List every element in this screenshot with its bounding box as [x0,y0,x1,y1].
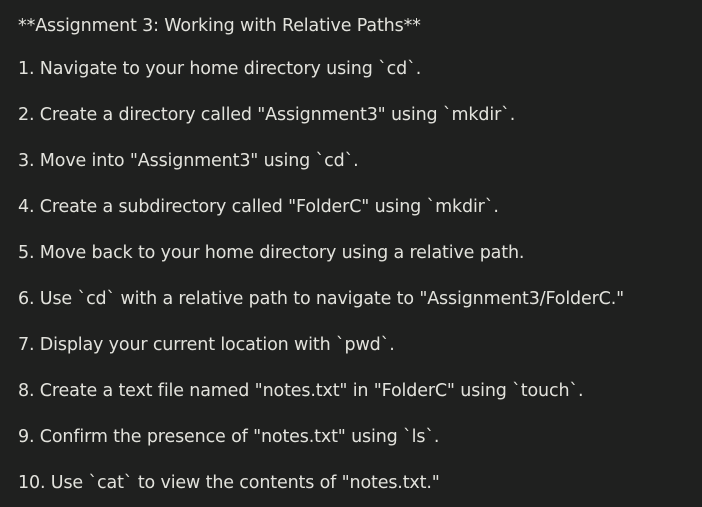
step-2: 2. Create a directory called "Assignment… [18,105,516,125]
step-9: 9. Confirm the presence of "notes.txt" u… [18,427,440,447]
assignment-title: **Assignment 3: Working with Relative Pa… [18,16,421,36]
step-4: 4. Create a subdirectory called "FolderC… [18,197,499,217]
step-10: 10. Use `cat` to view the contents of "n… [18,473,440,493]
step-8: 8. Create a text file named "notes.txt" … [18,381,584,401]
assignment-document: **Assignment 3: Working with Relative Pa… [0,0,702,507]
step-6: 6. Use `cd` with a relative path to navi… [18,289,625,309]
step-5: 5. Move back to your home directory usin… [18,243,525,263]
step-7: 7. Display your current location with `p… [18,335,395,355]
step-3: 3. Move into "Assignment3" using `cd`. [18,151,359,171]
step-1: 1. Navigate to your home directory using… [18,59,422,79]
step-list: 1. Navigate to your home directory using… [18,54,702,507]
